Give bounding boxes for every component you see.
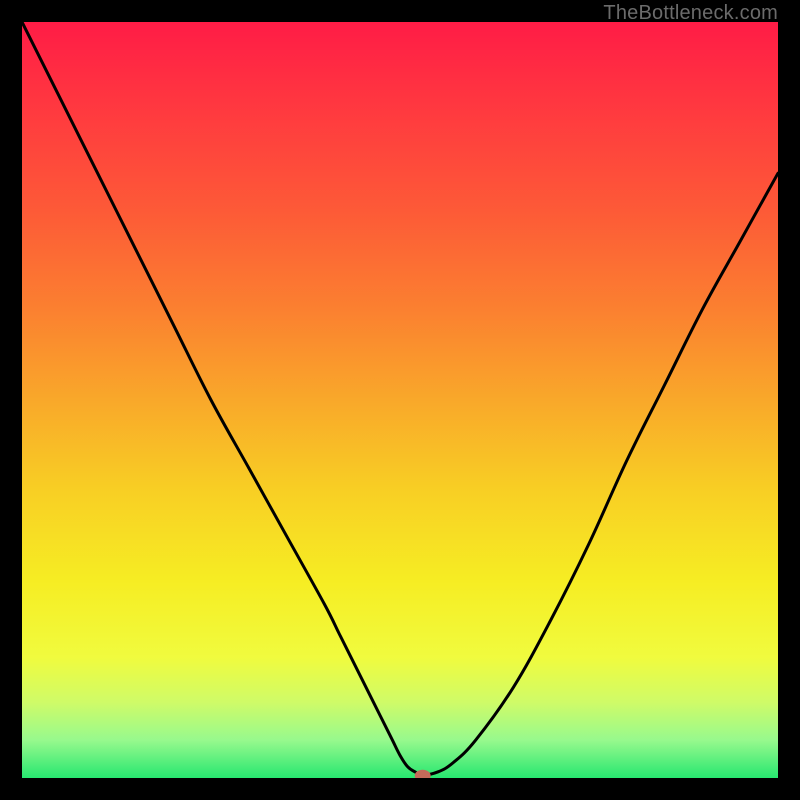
gradient-background bbox=[22, 22, 778, 778]
chart-svg bbox=[22, 22, 778, 778]
chart-frame: TheBottleneck.com bbox=[0, 0, 800, 800]
watermark-text: TheBottleneck.com bbox=[603, 2, 778, 25]
chart-plot-area bbox=[22, 22, 778, 778]
